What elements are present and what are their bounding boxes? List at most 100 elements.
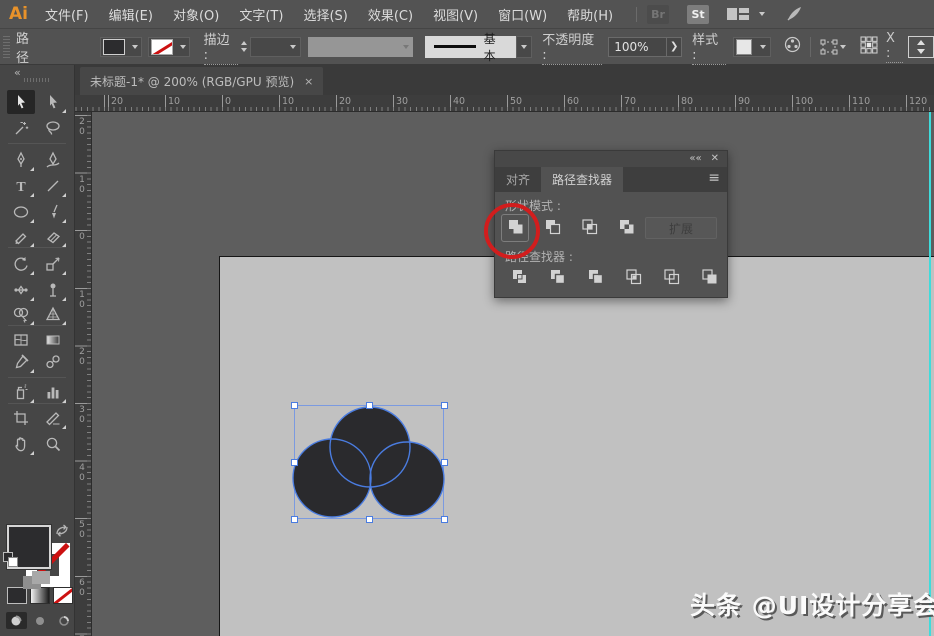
menu-item-9[interactable]: 帮助(H) [564,3,616,26]
menu-item-7[interactable]: 视图(V) [430,3,481,26]
expand-button[interactable]: 扩展 [645,217,717,239]
stroke-color-picker[interactable] [147,36,190,57]
rocket-icon[interactable] [785,5,803,23]
tool-pen[interactable] [7,148,35,172]
tool-paintbrush[interactable] [39,200,67,224]
selection-handle[interactable] [441,516,448,523]
workspace-switcher-icon[interactable] [727,7,750,21]
menu-item-2[interactable]: 编辑(E) [106,3,156,26]
tab-pathfinder[interactable]: 路径查找器 [541,167,624,192]
tool-type[interactable]: T [7,174,35,198]
menu-item-8[interactable]: 窗口(W) [495,3,550,26]
tool-shape-builder[interactable] [7,302,35,326]
tool-eraser[interactable] [39,224,67,248]
opacity-input[interactable]: 100% [609,37,667,56]
tool-lasso[interactable] [39,116,67,140]
stroke-weight-stepper[interactable] [240,41,247,52]
selection-handle[interactable] [366,402,373,409]
tool-puppet-warp[interactable] [39,278,67,302]
chevron-down-icon[interactable] [759,12,766,16]
minus-front-button[interactable] [538,214,566,242]
tool-gradient[interactable] [39,328,67,352]
draw-inside-icon[interactable] [53,612,74,629]
trim-button[interactable] [543,264,571,292]
tool-column-graph[interactable] [39,380,67,404]
variable-width-select[interactable] [308,36,414,57]
selection-handle[interactable] [366,516,373,523]
tool-ellipse[interactable] [7,200,35,224]
tool-direct-selection[interactable] [39,90,67,114]
style-picker[interactable] [733,36,772,57]
draw-behind-icon[interactable] [30,612,51,629]
bridge-badge[interactable]: Br [647,4,670,24]
opacity-flyout-button[interactable]: ❯ [666,37,682,56]
default-fill-stroke-icon[interactable] [3,552,18,567]
tool-mesh[interactable] [7,328,35,352]
menu-item-3[interactable]: 对象(O) [170,3,222,26]
change-screen-mode-icon[interactable] [22,570,52,596]
stroke-weight-select[interactable] [249,36,302,57]
exclude-button[interactable] [612,214,640,242]
gradient-tool-icon [44,331,62,349]
brush-definition-select[interactable]: 基本 [425,32,533,63]
magic-wand-tool-icon [12,119,30,137]
tool-line-segment[interactable] [39,174,67,198]
opacity-label[interactable]: 不透明度 : [542,29,603,65]
tool-pencil[interactable] [7,224,35,248]
tool-magic-wand[interactable] [7,116,35,140]
tool-width[interactable] [7,278,35,302]
tool-zoom[interactable] [39,432,67,456]
tool-curvature[interactable] [39,148,67,172]
close-tab-icon[interactable]: × [304,75,313,88]
reference-point-icon[interactable] [860,35,878,58]
fill-color-picker[interactable] [99,36,142,57]
recolor-artwork-icon[interactable] [784,36,801,57]
tool-scale[interactable] [39,252,67,276]
transform-icon[interactable] [820,39,847,55]
toolbar-grip[interactable] [24,78,50,82]
divide-button[interactable] [505,264,533,292]
tool-selection[interactable] [7,90,35,114]
close-panel-icon[interactable]: ✕ [711,154,719,164]
panel-menu-icon[interactable]: ≡ [708,170,720,186]
cloud-shape[interactable] [289,400,449,524]
tab-align[interactable]: 对齐 [495,167,541,192]
swap-fill-stroke-icon[interactable] [55,524,69,540]
minus-back-button[interactable] [695,264,723,292]
selection-handle[interactable] [441,459,448,466]
x-position-stepper[interactable] [908,35,934,58]
unite-button[interactable] [501,214,529,242]
tool-artboard[interactable] [7,406,35,430]
selection-handle[interactable] [291,459,298,466]
tool-eyedropper[interactable] [7,350,35,374]
selection-handle[interactable] [441,402,448,409]
control-bar-grip[interactable] [3,35,10,58]
vertical-ruler[interactable]: 201001020304050607 [75,112,92,636]
tool-symbol-sprayer[interactable] [7,380,35,404]
collapse-panel-icon[interactable]: «« [689,154,701,164]
draw-normal-icon[interactable] [6,612,27,629]
menu-item-6[interactable]: 效果(C) [365,3,416,26]
merge-button[interactable] [581,264,609,292]
guide-line[interactable] [929,112,931,636]
outline-button[interactable] [657,264,685,292]
tool-rotate[interactable] [7,252,35,276]
tool-perspective-grid[interactable] [39,302,67,326]
tool-slice[interactable] [39,406,67,430]
menu-item-1[interactable]: 文件(F) [42,3,92,26]
crop-button[interactable] [619,264,647,292]
none-button[interactable] [53,587,73,604]
stroke-weight-label[interactable]: 描边 : [203,29,238,65]
tool-hand[interactable] [7,432,35,456]
menu-item-4[interactable]: 文字(T) [236,3,286,26]
selection-handle[interactable] [291,516,298,523]
collapse-toolbar-icon[interactable]: « [14,66,21,79]
selection-handle[interactable] [291,402,298,409]
intersect-button[interactable] [575,214,603,242]
menu-item-5[interactable]: 选择(S) [300,3,350,26]
tool-blend[interactable] [39,350,67,374]
style-label[interactable]: 样式 : [692,29,727,65]
horizontal-ruler[interactable]: 20 10 0 10 20 30 40 50 60 70 80 90 100 110 120 [75,95,934,112]
document-tab[interactable]: 未标题-1* @ 200% (RGB/GPU 预览) × [80,67,324,95]
stock-badge[interactable]: St [687,4,710,24]
